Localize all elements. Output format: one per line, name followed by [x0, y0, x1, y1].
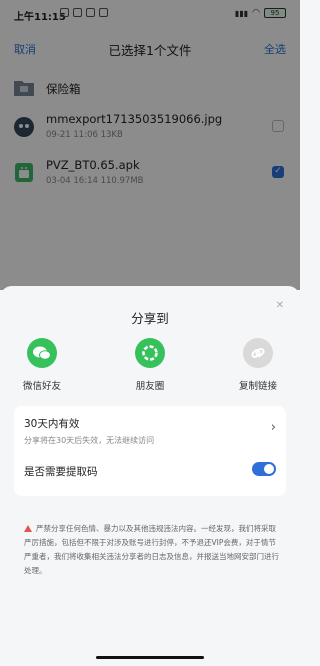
dim-overlay[interactable]	[0, 0, 300, 290]
share-moments-button[interactable]: 朋友圈	[110, 338, 190, 392]
toggle-knob	[264, 464, 274, 474]
share-sheet-title: 分享到	[131, 311, 169, 326]
share-target-label: 朋友圈	[135, 381, 165, 392]
link-icon	[243, 338, 273, 368]
validity-title: 30天内有效	[24, 418, 80, 430]
share-options-card: 30天内有效 分享将在30天后失效，无法继续访问 › 是否需要提取码	[14, 406, 286, 496]
policy-notice-text: 严禁分享任何色情、暴力以及其他违规违法内容。一经发现，我们将采取严厉措施，包括但…	[24, 524, 279, 575]
moments-icon	[135, 338, 165, 368]
policy-notice: 严禁分享任何色情、暴力以及其他违规违法内容。一经发现，我们将采取严厉措施，包括但…	[24, 522, 280, 578]
home-indicator[interactable]	[96, 656, 204, 659]
share-target-label: 复制链接	[238, 381, 277, 392]
share-wechat-button[interactable]: 微信好友	[2, 338, 82, 392]
validity-subtitle: 分享将在30天后失效，无法继续访问	[24, 436, 155, 445]
chevron-right-icon: ›	[270, 420, 276, 435]
extraction-code-toggle[interactable]	[252, 462, 276, 476]
extraction-code-row: 是否需要提取码	[24, 462, 276, 482]
share-target-label: 微信好友	[22, 381, 61, 392]
copy-link-button[interactable]: 复制链接	[218, 338, 298, 392]
share-sheet: ✕ 分享到 微信好友 朋友圈 复制链接 30天内有效 分享将在30天后失效，无法…	[0, 286, 300, 666]
validity-row[interactable]: 30天内有效 分享将在30天后失效，无法继续访问 ›	[24, 416, 276, 450]
warning-icon	[24, 525, 32, 532]
extraction-code-label: 是否需要提取码	[24, 466, 98, 478]
wechat-icon	[27, 338, 57, 368]
